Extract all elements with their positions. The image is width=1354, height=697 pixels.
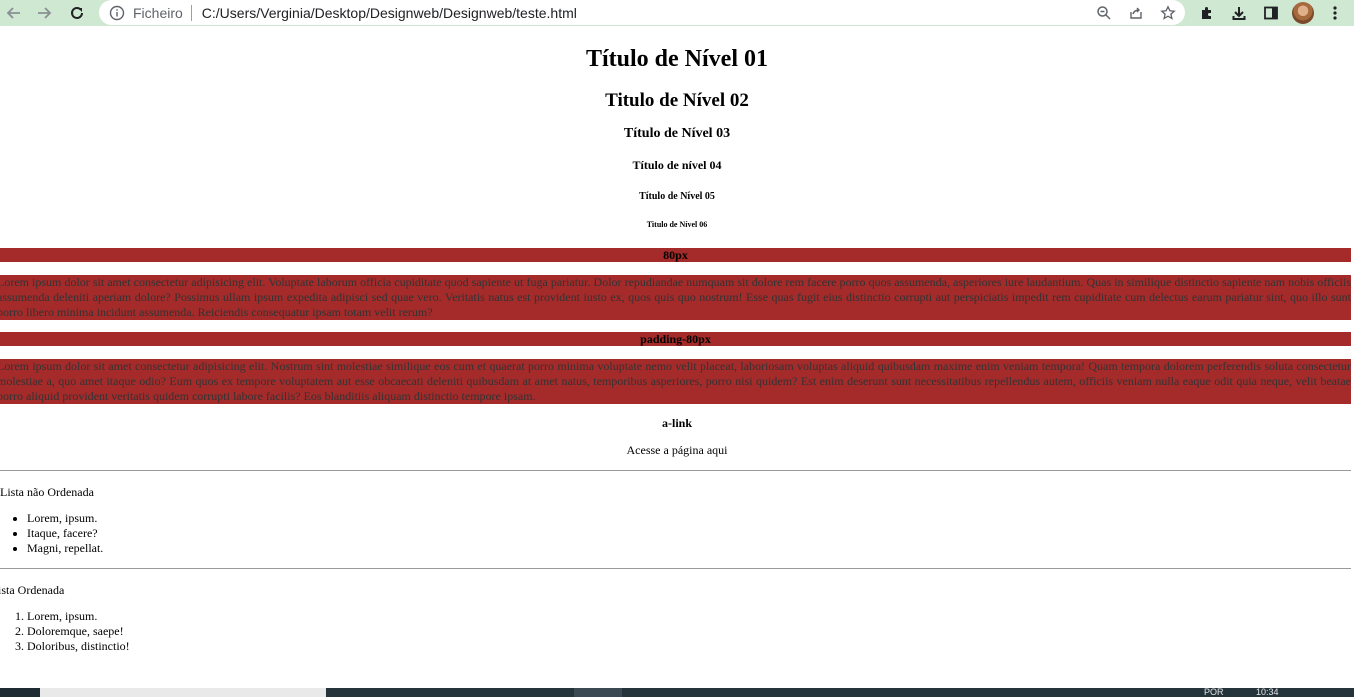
taskbar-language[interactable]: POR	[1204, 688, 1224, 697]
scheme-label: Ficheiro	[133, 4, 183, 21]
unordered-list: Lorem, ipsum. Itaque, facere? Magni, rep…	[0, 511, 103, 556]
address-bar[interactable]: Ficheiro C:/Users/Verginia/Desktop/Desig…	[99, 0, 1185, 25]
heading-5: Título de Nível 05	[639, 191, 715, 202]
url-text[interactable]: C:/Users/Verginia/Desktop/Designweb/Desi…	[202, 5, 577, 21]
browser-toolbar: Ficheiro C:/Users/Verginia/Desktop/Desig…	[0, 0, 1354, 26]
list-item: Itaque, facere?	[27, 526, 103, 541]
taskbar-clock[interactable]: 10:34	[1256, 688, 1279, 697]
a-link-heading: a-link	[661, 416, 692, 430]
bookmark-star-icon[interactable]	[1157, 2, 1179, 24]
paragraph-block-1: Lorem ipsum dolor sit amet consectetur a…	[0, 275, 1351, 320]
heading-6: Titulo de Nível 06	[646, 220, 708, 229]
zoom-icon[interactable]	[1093, 2, 1115, 24]
site-info-icon[interactable]	[109, 5, 125, 21]
download-icon[interactable]	[1228, 2, 1250, 24]
taskbar-active-app[interactable]	[574, 688, 622, 697]
profile-avatar[interactable]	[1292, 2, 1314, 24]
heading-4: Título de nível 04	[632, 158, 722, 172]
page-link[interactable]: Acesse a página aqui	[0, 443, 1354, 458]
heading-2: Titulo de Nível 02	[605, 90, 749, 111]
ordered-list: Lorem, ipsum. Doloremque, saepe! Dolorib…	[0, 609, 130, 654]
section-bar-label: 80px	[663, 248, 688, 262]
unordered-list-title: Lista não Ordenada	[0, 485, 94, 499]
list-item: Magni, repellat.	[27, 541, 103, 556]
extensions-icon[interactable]	[1196, 2, 1218, 24]
paragraph-text: Lorem ipsum dolor sit amet consectetur a…	[0, 359, 1351, 403]
paragraph-block-2: Lorem ipsum dolor sit amet consectetur a…	[0, 359, 1351, 404]
horizontal-rule	[0, 470, 1351, 471]
paragraph-text: Lorem ipsum dolor sit amet consectetur a…	[0, 275, 1351, 319]
list-item: Lorem, ipsum.	[27, 609, 130, 624]
heading-1: Título de Nível 01	[585, 46, 768, 72]
heading-3: Título de Nível 03	[623, 126, 731, 141]
page-content: Título de Nível 01 Titulo de Nível 02 Tí…	[0, 26, 1354, 688]
reload-icon[interactable]	[66, 2, 88, 24]
taskbar-search-box[interactable]	[40, 688, 326, 697]
taskbar-apps	[326, 688, 1354, 697]
section-bar-80px: 80px	[0, 248, 1351, 262]
side-panel-icon[interactable]	[1260, 2, 1282, 24]
os-taskbar: POR 10:34	[0, 688, 1354, 697]
list-item: Lorem, ipsum.	[27, 511, 103, 526]
list-item: Doloremque, saepe!	[27, 624, 130, 639]
section-bar-label: padding-80px	[640, 332, 711, 346]
menu-kebab-icon[interactable]	[1324, 2, 1346, 24]
divider	[190, 4, 192, 21]
ordered-list-title: ista Ordenada	[0, 583, 65, 597]
section-bar-padding: padding-80px	[0, 332, 1351, 346]
back-arrow-icon[interactable]	[3, 2, 25, 24]
horizontal-rule	[0, 568, 1351, 569]
forward-arrow-icon[interactable]	[33, 2, 55, 24]
share-icon[interactable]	[1125, 2, 1147, 24]
list-item: Doloribus, distinctio!	[27, 639, 130, 654]
